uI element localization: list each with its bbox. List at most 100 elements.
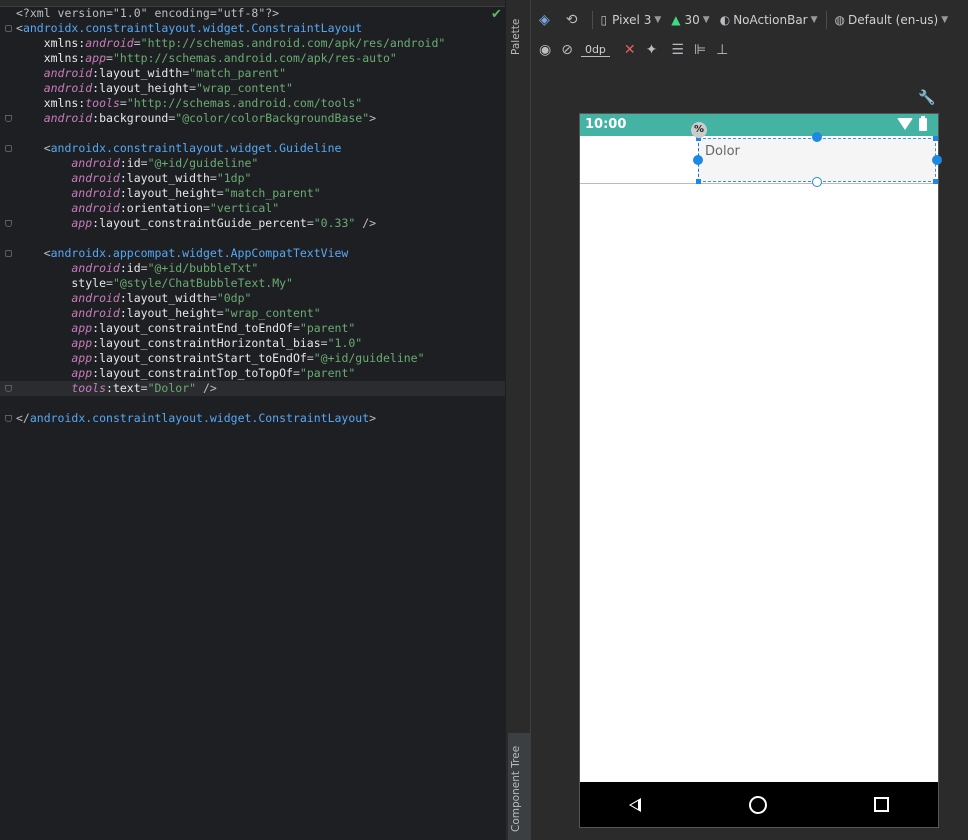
code-line[interactable]: <androidx.constraintlayout.widget.Guidel…: [16, 141, 342, 156]
code-token: "parent": [299, 366, 356, 380]
theme-icon: ◐: [719, 13, 731, 27]
code-token: :text: [106, 381, 141, 395]
bubble-text: Dolor: [705, 144, 740, 159]
resize-handle-top-right[interactable]: [933, 136, 938, 141]
code-token: "1.0": [327, 336, 363, 350]
code-token: :layout_constraintHorizontal_bias: [92, 336, 321, 350]
code-token: android: [16, 156, 120, 170]
code-token: androidx.constraintlayout.widget.Constra…: [29, 411, 370, 425]
fold-marker-icon[interactable]: [5, 145, 12, 152]
top-constraint-handle[interactable]: [812, 132, 822, 142]
eye-icon[interactable]: ◉: [539, 42, 551, 58]
code-token: =: [202, 201, 210, 215]
code-token: =: [209, 171, 217, 185]
fold-marker-icon[interactable]: [5, 220, 12, 227]
code-line[interactable]: </androidx.constraintlayout.widget.Const…: [16, 411, 376, 426]
code-token: :layout_height: [92, 81, 190, 95]
layers-icon[interactable]: ◈: [539, 12, 550, 28]
code-token: "0.33": [313, 216, 356, 230]
code-line[interactable]: android:layout_width="1dp": [16, 171, 251, 186]
nav-recent-button[interactable]: [861, 782, 901, 827]
resize-handle-bottom-left[interactable]: [696, 179, 701, 184]
code-token: app: [16, 366, 93, 380]
code-token: :layout_height: [119, 306, 217, 320]
phone-preview[interactable]: 10:00 % Dolor: [579, 113, 942, 828]
clear-constraints-icon[interactable]: ✕: [624, 42, 636, 58]
code-token: android: [85, 36, 134, 50]
code-line[interactable]: app:layout_constraintTop_toTopOf="parent…: [16, 366, 355, 381]
code-token: android: [16, 261, 120, 275]
end-constraint-handle[interactable]: [932, 155, 942, 165]
code-token: xmlns:: [16, 36, 86, 50]
code-token: android: [16, 66, 93, 80]
component-tree-tab[interactable]: Component Tree: [510, 746, 522, 832]
code-token: "match_parent": [189, 66, 287, 80]
pack-icon[interactable]: ☰: [671, 42, 684, 58]
code-token: :id: [119, 156, 141, 170]
fold-marker-icon[interactable]: [5, 115, 12, 122]
code-token: "@+id/bubbleTxt": [147, 261, 259, 275]
percent-guideline-badge[interactable]: %: [691, 122, 707, 138]
locale-selector[interactable]: ◍ Default (en-us) ▼: [835, 13, 949, 27]
code-token: :layout_height: [119, 186, 217, 200]
code-token: <: [16, 246, 51, 260]
nav-home-button[interactable]: [738, 782, 778, 827]
code-token: app: [16, 321, 93, 335]
palette-tab[interactable]: Palette: [510, 19, 522, 55]
default-margin-field[interactable]: 0dp: [580, 43, 610, 57]
code-line[interactable]: android:orientation="vertical": [16, 201, 279, 216]
code-line[interactable]: app:layout_constraintEnd_toEndOf="parent…: [16, 321, 355, 336]
code-line[interactable]: app:layout_constraintStart_toEndOf="@+id…: [16, 351, 424, 366]
code-token: "match_parent": [223, 186, 321, 200]
orientation-icon[interactable]: ⟲: [566, 12, 578, 28]
code-line[interactable]: android:background="@color/colorBackgrou…: [16, 111, 376, 126]
code-line[interactable]: app:layout_constraintHorizontal_bias="1.…: [16, 336, 362, 351]
battery-icon: [919, 116, 927, 131]
code-line[interactable]: xmlns:tools="http://schemas.android.com/…: [16, 96, 363, 111]
fold-marker-icon[interactable]: [5, 415, 12, 422]
start-constraint-handle[interactable]: [693, 155, 703, 165]
wrench-icon[interactable]: 🔧: [918, 90, 935, 106]
resize-handle-bottom-right[interactable]: [933, 179, 938, 184]
separator: [825, 11, 827, 29]
theme-label: NoActionBar: [733, 13, 808, 27]
code-token: xmlns:: [16, 51, 86, 65]
code-line[interactable]: <?xml version="1.0" encoding="utf-8"?>: [16, 6, 279, 21]
fold-marker-icon[interactable]: [5, 250, 12, 257]
recents-icon: [873, 797, 889, 812]
code-line[interactable]: app:layout_constraintGuide_percent="0.33…: [16, 216, 376, 231]
theme-selector[interactable]: ◐ NoActionBar ▼: [720, 13, 818, 27]
code-line[interactable]: tools:text="Dolor" />: [0, 381, 505, 396]
code-line[interactable]: <androidx.appcompat.widget.AppCompatText…: [16, 246, 349, 261]
fold-marker-icon[interactable]: [5, 385, 12, 392]
code-line[interactable]: xmlns:app="http://schemas.android.com/ap…: [16, 51, 397, 66]
fold-marker-icon[interactable]: [5, 25, 12, 32]
code-token: app: [16, 336, 93, 350]
magic-wand-icon[interactable]: ✦: [646, 42, 658, 58]
code-token: <: [16, 141, 51, 155]
android-icon: ▲: [671, 13, 681, 27]
code-token: android: [16, 291, 120, 305]
code-line[interactable]: android:layout_height="wrap_content": [16, 81, 293, 96]
code-line[interactable]: android:layout_height="wrap_content": [16, 306, 320, 321]
code-line[interactable]: android:id="@+id/bubbleTxt": [16, 261, 258, 276]
guidelines-icon[interactable]: ⊥: [716, 42, 728, 58]
code-line[interactable]: xmlns:android="http://schemas.android.co…: [16, 36, 446, 51]
bottom-constraint-handle[interactable]: [812, 177, 822, 187]
code-line[interactable]: android:layout_width="0dp": [16, 291, 251, 306]
autoconnect-off-icon[interactable]: ⊘: [561, 42, 573, 58]
device-selector[interactable]: ▯ Pixel 3 ▼: [601, 13, 662, 27]
api-selector[interactable]: ▲ 30 ▼: [671, 13, 709, 27]
side-tool-strip: Palette Component Tree: [505, 0, 531, 840]
code-line[interactable]: <androidx.constraintlayout.widget.Constr…: [16, 21, 362, 36]
code-line[interactable]: style="@style/ChatBubbleText.My": [16, 276, 293, 291]
nav-back-button[interactable]: [615, 782, 655, 827]
constraint-toolbar: ◉ ⊘ 0dp ✕ ✦ ☰ ⊫ ⊥: [531, 35, 968, 65]
code-line[interactable]: android:layout_width="match_parent": [16, 66, 286, 81]
align-icon[interactable]: ⊫: [694, 42, 706, 58]
code-token: =: [320, 336, 328, 350]
code-line[interactable]: android:layout_height="match_parent": [16, 186, 321, 201]
code-line[interactable]: android:id="@+id/guideline": [16, 156, 258, 171]
code-editor[interactable]: <?xml version="1.0" encoding="utf-8"?> <a…: [0, 0, 505, 840]
code-token: "@color/colorBackgroundBase": [175, 111, 370, 125]
